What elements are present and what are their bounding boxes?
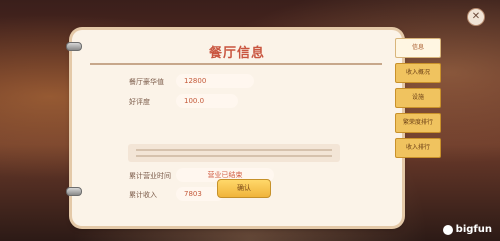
close-button[interactable]: ✕	[467, 8, 485, 26]
row-rating-label: 好评度	[129, 98, 150, 106]
row-luxury-value: 12800	[176, 74, 254, 88]
tab-income-ranking[interactable]: 收入排行	[395, 138, 441, 158]
row-income-label: 累计收入	[129, 191, 157, 199]
tab-info[interactable]: 信息	[395, 38, 441, 58]
description-box	[128, 144, 340, 162]
binder-ring-icon	[66, 42, 82, 51]
confirm-button[interactable]: 确认	[217, 179, 271, 198]
info-book-panel: 餐厅信息 餐厅豪华值 12800 好评度 100.0 累计营业时间 营业已结束 …	[72, 30, 402, 226]
tab-facilities[interactable]: 设施	[395, 88, 441, 108]
row-business-time-label: 累计营业时间	[129, 172, 171, 180]
tab-income-overview[interactable]: 收入概况	[395, 63, 441, 83]
binder-ring-icon	[66, 187, 82, 196]
bigfun-logo: bigfun	[442, 224, 492, 235]
description-line	[136, 155, 332, 157]
close-icon: ✕	[471, 11, 481, 22]
tab-prosperity-ranking[interactable]: 繁荣度排行	[395, 113, 441, 133]
logo-text: bigfun	[455, 224, 492, 235]
title-divider	[90, 63, 382, 65]
row-luxury-label: 餐厅豪华值	[129, 78, 164, 86]
logo-icon	[442, 224, 453, 235]
panel-title: 餐厅信息	[208, 46, 265, 61]
row-rating-value: 100.0	[176, 94, 238, 108]
description-line	[136, 149, 332, 151]
